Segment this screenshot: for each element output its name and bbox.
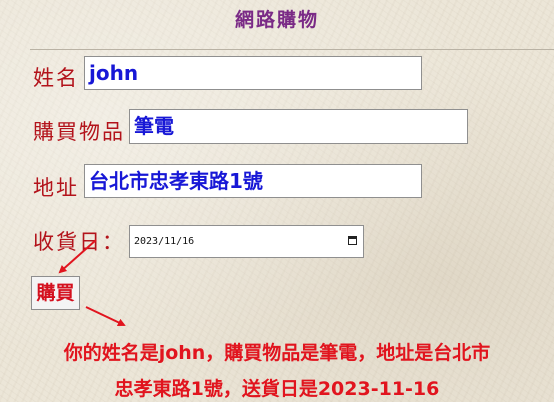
result-text-line2: 忠孝東路1號，送貨日是2023-11-16: [114, 378, 440, 400]
arrow-to-result-text: [85, 306, 126, 327]
result-text-line1: 你的姓名是john，購買物品是筆電，地址是台北市: [63, 342, 491, 364]
arrow-to-buy-button: [58, 239, 97, 274]
